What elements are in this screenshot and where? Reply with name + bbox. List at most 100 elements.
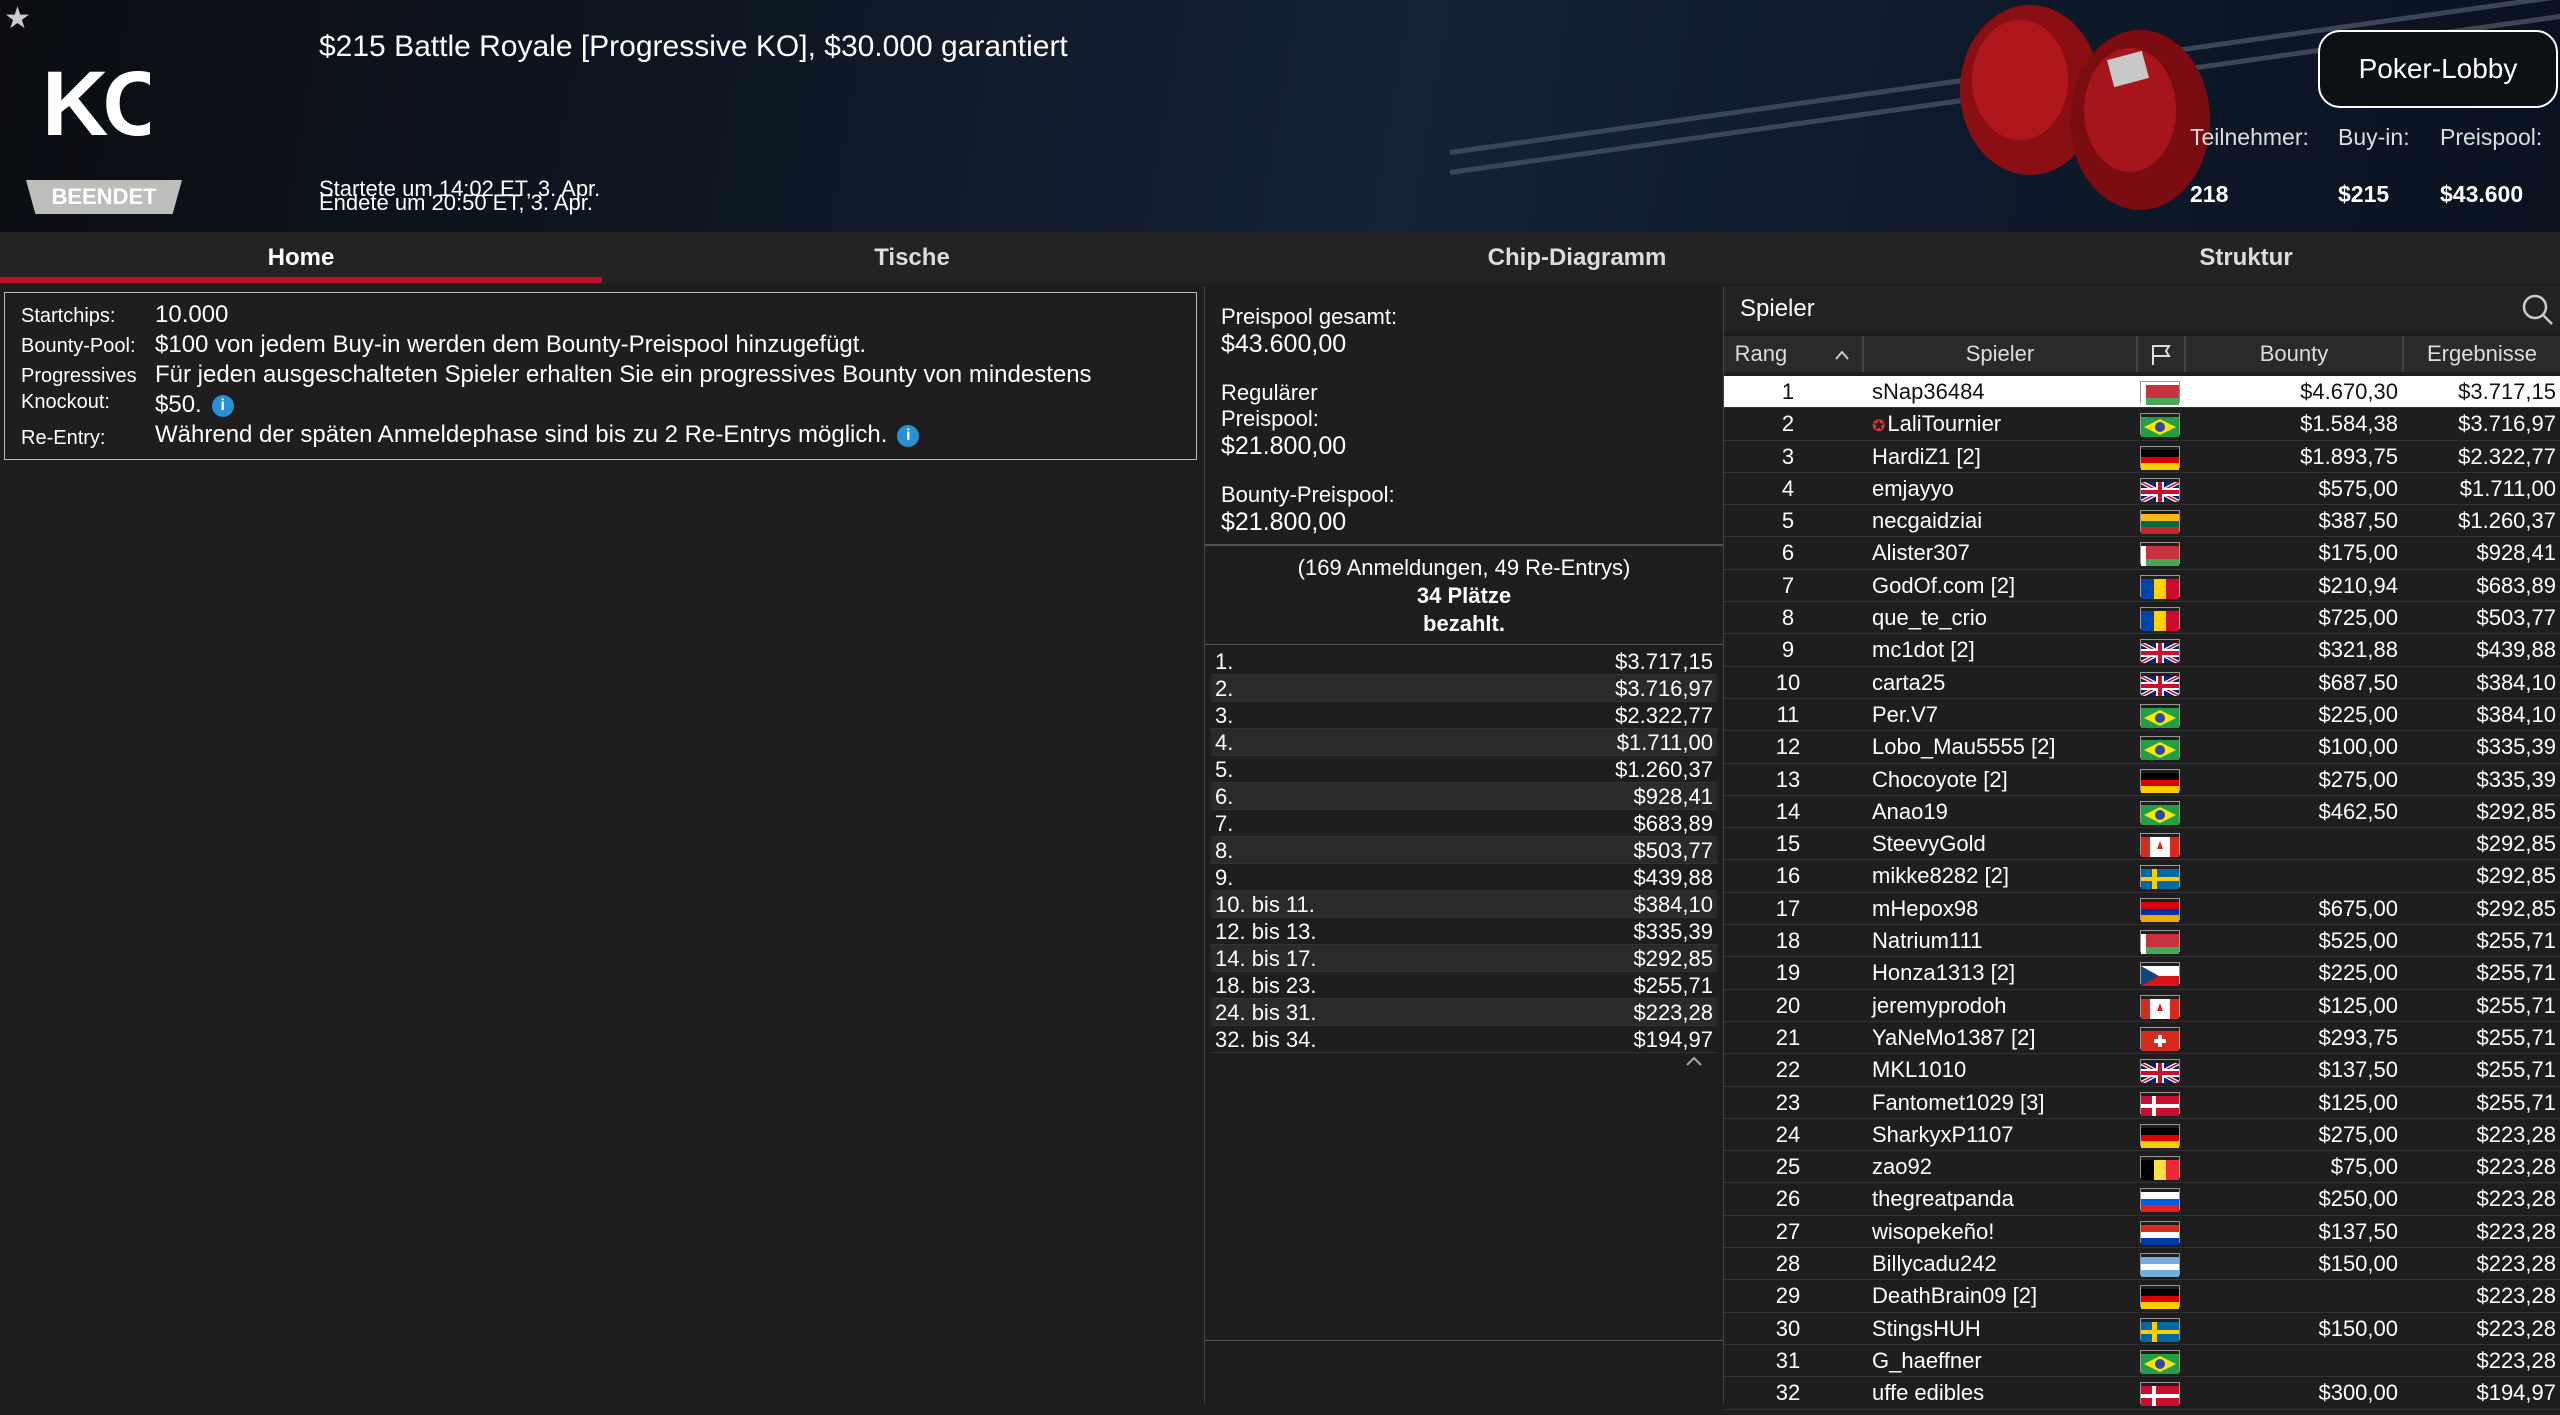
player-rank: 19 bbox=[1775, 960, 1801, 986]
payout-row: 12. bis 13. $335,39 bbox=[1211, 918, 1717, 945]
payout-amount: $335,39 bbox=[1633, 919, 1713, 944]
player-name: SharkyxP1107 bbox=[1872, 1121, 2014, 1147]
player-bounty: $150,00 bbox=[2318, 1251, 2398, 1277]
player-rank: 12 bbox=[1775, 734, 1801, 760]
country-flag-icon bbox=[2140, 865, 2180, 890]
player-row[interactable]: 24 SharkyxP1107 $275,00 $223,28 bbox=[1724, 1119, 2560, 1152]
tab-struktur[interactable]: Struktur bbox=[1932, 232, 2560, 284]
payout-place: 18. bis 23. bbox=[1215, 973, 1317, 998]
player-row[interactable]: 21 YaNeMo1387 [2] $293,75 $255,71 bbox=[1724, 1022, 2560, 1055]
player-name: uffe edibles bbox=[1872, 1380, 1985, 1406]
player-row[interactable]: 27 wisopekeño! $137,50 $223,28 bbox=[1724, 1216, 2560, 1249]
player-row[interactable]: 2 ✪LaliTournier $1.584,38 $3.716,97 bbox=[1724, 408, 2560, 441]
player-bounty: $293,75 bbox=[2318, 1024, 2398, 1050]
result-column-header[interactable]: Ergebnisse bbox=[2404, 336, 2560, 372]
progressive-amount: $50. bbox=[155, 391, 202, 418]
player-name-cell: Billycadu242 bbox=[1872, 1248, 1997, 1280]
player-row[interactable]: 8 que_te_crio $725,00 $503,77 bbox=[1724, 602, 2560, 635]
bounty-column-header[interactable]: Bounty bbox=[2186, 336, 2404, 372]
info-icon[interactable]: i bbox=[897, 424, 920, 447]
tab-tische[interactable]: Tische bbox=[602, 232, 1222, 284]
player-row[interactable]: 20 jeremyprodoh $125,00 $255,71 bbox=[1724, 990, 2560, 1022]
player-row[interactable]: 32 uffe edibles $300,00 $194,97 bbox=[1724, 1377, 2560, 1410]
country-flag-icon bbox=[2140, 1091, 2180, 1116]
players-header: Spieler bbox=[1724, 286, 2560, 332]
payout-amount: $1.260,37 bbox=[1615, 757, 1713, 782]
boxing-gloves-image bbox=[1960, 5, 2210, 210]
knockout-label: Knockout: bbox=[21, 391, 110, 413]
player-column-header[interactable]: Spieler bbox=[1864, 336, 2138, 372]
payout-amount: $1.711,00 bbox=[1616, 730, 1713, 755]
player-row[interactable]: 11 Per.V7 $225,00 $384,10 bbox=[1724, 699, 2560, 732]
payout-amount: $292,85 bbox=[1633, 946, 1713, 971]
payout-row: 4. $1.711,00 bbox=[1211, 729, 1717, 756]
player-row[interactable]: 18 Natrium111 $525,00 $255,71 bbox=[1724, 925, 2560, 958]
players-title: Spieler bbox=[1740, 295, 1815, 322]
player-bounty: $210,94 bbox=[2318, 572, 2398, 598]
player-row[interactable]: 15 SteevyGold $292,85 bbox=[1724, 828, 2560, 861]
country-flag-icon bbox=[2140, 413, 2180, 438]
player-row[interactable]: 30 StingsHUH $150,00 $223,28 bbox=[1724, 1313, 2560, 1345]
player-row[interactable]: 4 emjayyo $575,00 $1.711,00 bbox=[1724, 473, 2560, 506]
player-row[interactable]: 7 GodOf.com [2] $210,94 $683,89 bbox=[1724, 570, 2560, 603]
collapse-chevron-icon[interactable] bbox=[1684, 1052, 1704, 1068]
player-row[interactable]: 13 Chocoyote [2] $275,00 $335,39 bbox=[1724, 764, 2560, 796]
player-name: zao92 bbox=[1872, 1154, 1932, 1180]
player-row[interactable]: 17 mHepox98 $675,00 $292,85 bbox=[1724, 893, 2560, 926]
country-flag-icon bbox=[2140, 1285, 2180, 1310]
svg-text:KO: KO bbox=[42, 53, 150, 150]
player-result: $439,88 bbox=[2476, 637, 2556, 663]
player-row[interactable]: 16 mikke8282 [2] $292,85 bbox=[1724, 860, 2560, 893]
search-icon[interactable] bbox=[2520, 292, 2554, 326]
country-flag-icon bbox=[2140, 1156, 2180, 1181]
player-row[interactable]: 25 zao92 $75,00 $223,28 bbox=[1724, 1151, 2560, 1184]
player-row[interactable]: 9 mc1dot [2] $321,88 $439,88 bbox=[1724, 634, 2560, 667]
country-flag-icon bbox=[2140, 381, 2180, 405]
status-badge: BEENDET bbox=[26, 180, 182, 214]
player-row[interactable]: 6 Alister307 $175,00 $928,41 bbox=[1724, 537, 2560, 570]
player-rank: 13 bbox=[1775, 766, 1801, 792]
player-name-cell: Anao19 bbox=[1872, 796, 1948, 828]
poker-lobby-button[interactable]: Poker-Lobby bbox=[2318, 30, 2558, 108]
player-result: $255,71 bbox=[2476, 1024, 2556, 1050]
prizepool-value: $43.600 bbox=[2440, 181, 2524, 207]
rank-column-header[interactable]: Rang bbox=[1724, 336, 1864, 372]
payout-place: 14. bis 17. bbox=[1215, 946, 1317, 971]
country-flag-icon bbox=[2140, 1317, 2180, 1342]
player-row[interactable]: 12 Lobo_Mau5555 [2] $100,00 $335,39 bbox=[1724, 731, 2560, 764]
player-row[interactable]: 22 MKL1010 $137,50 $255,71 bbox=[1724, 1054, 2560, 1087]
country-column-header[interactable] bbox=[2138, 336, 2186, 372]
player-bounty: $525,00 bbox=[2318, 928, 2398, 954]
player-name-cell: uffe edibles bbox=[1872, 1377, 1984, 1409]
player-name-cell: jeremyprodoh bbox=[1872, 990, 2007, 1022]
participants-value: 218 bbox=[2190, 181, 2229, 207]
player-name-cell: Per.V7 bbox=[1872, 699, 1938, 731]
player-rank: 25 bbox=[1775, 1154, 1801, 1180]
player-bounty: $300,00 bbox=[2318, 1380, 2398, 1406]
player-row[interactable]: 1 sNap36484 $4.670,30 $3.717,15 bbox=[1724, 376, 2560, 409]
tab-chip-diagramm[interactable]: Chip-Diagramm bbox=[1222, 232, 1932, 284]
player-bounty: $137,50 bbox=[2318, 1057, 2398, 1083]
player-row[interactable]: 3 HardiZ1 [2] $1.893,75 $2.322,77 bbox=[1724, 441, 2560, 473]
tournament-info-panel: Startchips: 10.000 Bounty-Pool: $100 von… bbox=[4, 292, 1197, 460]
player-result: $223,28 bbox=[2476, 1251, 2556, 1277]
tournament-header: ★ KO BEENDET $215 Battle Royale [Progres… bbox=[0, 0, 2560, 232]
favorite-star-icon[interactable]: ★ bbox=[4, 4, 34, 34]
player-row[interactable]: 23 Fantomet1029 [3] $125,00 $255,71 bbox=[1724, 1087, 2560, 1119]
player-row[interactable]: 31 G_haeffner $223,28 bbox=[1724, 1345, 2560, 1378]
player-row[interactable]: 28 Billycadu242 $150,00 $223,28 bbox=[1724, 1248, 2560, 1281]
player-name-cell: G_haeffner bbox=[1872, 1345, 1982, 1377]
player-row[interactable]: 29 DeathBrain09 [2] $223,28 bbox=[1724, 1280, 2560, 1313]
player-row[interactable]: 14 Anao19 $462,50 $292,85 bbox=[1724, 796, 2560, 829]
players-panel: Spieler Rang Spieler Bounty Ergebnisse 1… bbox=[1724, 286, 2560, 1410]
player-row[interactable]: 19 Honza1313 [2] $225,00 $255,71 bbox=[1724, 957, 2560, 990]
payout-place: 7. bbox=[1215, 811, 1234, 836]
divider bbox=[1205, 644, 1723, 645]
startchips-value: 10.000 bbox=[155, 301, 229, 328]
player-row[interactable]: 10 carta25 $687,50 $384,10 bbox=[1724, 667, 2560, 699]
info-icon[interactable]: i bbox=[211, 394, 234, 417]
player-name: Honza1313 [2] bbox=[1872, 960, 2016, 986]
player-row[interactable]: 5 necgaidziai $387,50 $1.260,37 bbox=[1724, 505, 2560, 538]
player-row[interactable]: 26 thegreatpanda $250,00 $223,28 bbox=[1724, 1183, 2560, 1216]
player-bounty: $675,00 bbox=[2318, 895, 2398, 921]
